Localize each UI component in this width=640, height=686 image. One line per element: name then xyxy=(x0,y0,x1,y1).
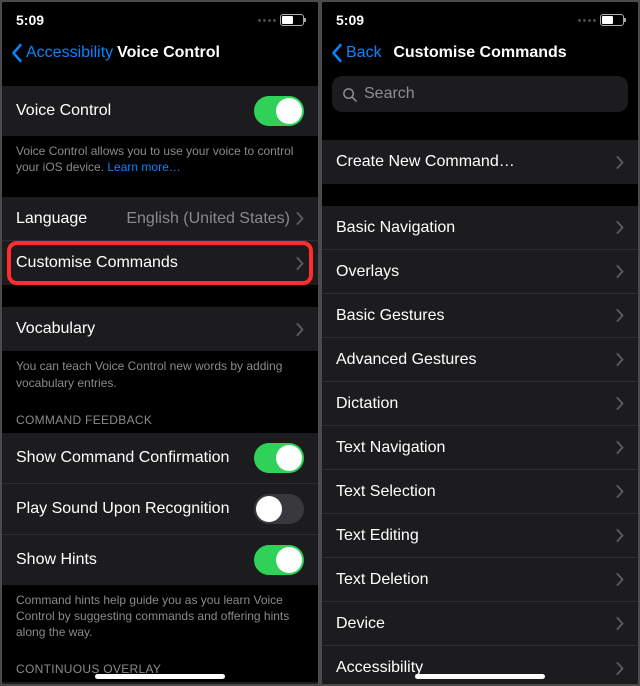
status-bar: 5:09 xyxy=(322,2,638,34)
home-indicator[interactable] xyxy=(95,674,225,679)
category-row[interactable]: Overlays xyxy=(322,250,638,294)
voice-control-toggle-row[interactable]: Voice Control xyxy=(2,86,318,136)
category-row[interactable]: Text Editing xyxy=(322,514,638,558)
category-row[interactable]: Device xyxy=(322,602,638,646)
search-icon xyxy=(342,87,357,102)
show-hints-row[interactable]: Show Hints xyxy=(2,535,318,585)
voice-control-label: Voice Control xyxy=(16,102,254,120)
customise-commands-label: Customise Commands xyxy=(16,254,296,272)
category-row[interactable]: Advanced Gestures xyxy=(322,338,638,382)
chevron-right-icon xyxy=(616,221,624,234)
commands-content: Create New Command… Basic Navigation Over… xyxy=(322,122,638,684)
chevron-right-icon xyxy=(296,257,304,270)
show-confirmation-row[interactable]: Show Command Confirmation xyxy=(2,433,318,484)
command-feedback-header: COMMAND FEEDBACK xyxy=(2,413,318,433)
customise-commands-row[interactable]: Customise Commands xyxy=(2,241,318,285)
chevron-right-icon xyxy=(616,662,624,675)
category-label: Overlays xyxy=(336,263,616,281)
chevron-right-icon xyxy=(296,323,304,336)
category-row[interactable]: Text Navigation xyxy=(322,426,638,470)
home-indicator[interactable] xyxy=(415,674,545,679)
create-new-command-row[interactable]: Create New Command… xyxy=(322,140,638,184)
chevron-left-icon xyxy=(330,43,343,63)
show-confirmation-toggle[interactable] xyxy=(254,443,304,473)
status-right xyxy=(578,14,624,26)
voice-control-note: Voice Control allows you to use your voi… xyxy=(2,136,318,175)
chevron-right-icon xyxy=(616,441,624,454)
language-label: Language xyxy=(16,210,126,228)
chevron-right-icon xyxy=(296,212,304,225)
search-placeholder: Search xyxy=(364,85,415,103)
chevron-right-icon xyxy=(616,485,624,498)
chevron-right-icon xyxy=(616,156,624,169)
search-input[interactable]: Search xyxy=(332,76,628,112)
show-hints-toggle[interactable] xyxy=(254,545,304,575)
back-label: Back xyxy=(346,44,382,62)
category-row[interactable]: Text Deletion xyxy=(322,558,638,602)
back-button[interactable]: Back xyxy=(330,43,382,63)
category-label: Text Deletion xyxy=(336,571,616,589)
category-row[interactable]: Text Selection xyxy=(322,470,638,514)
page-title: Customise Commands xyxy=(393,44,566,62)
category-row[interactable]: Dictation xyxy=(322,382,638,426)
continuous-overlay-header: CONTINUOUS OVERLAY xyxy=(2,662,318,682)
chevron-right-icon xyxy=(616,617,624,630)
vocabulary-row[interactable]: Vocabulary xyxy=(2,307,318,351)
nav-bar: Accessibility Voice Control xyxy=(2,34,318,72)
chevron-right-icon xyxy=(616,573,624,586)
battery-icon xyxy=(280,14,304,26)
category-row[interactable]: Basic Navigation xyxy=(322,206,638,250)
category-label: Basic Navigation xyxy=(336,219,616,237)
vocabulary-label: Vocabulary xyxy=(16,320,296,338)
language-value: English (United States) xyxy=(126,210,290,228)
status-bar: 5:09 xyxy=(2,2,318,34)
status-right xyxy=(258,14,304,26)
chevron-left-icon xyxy=(10,43,23,63)
phone-right: 5:09 Back Customise Commands Search Crea… xyxy=(322,2,638,684)
category-row[interactable]: Basic Gestures xyxy=(322,294,638,338)
chevron-right-icon xyxy=(616,353,624,366)
chevron-right-icon xyxy=(616,397,624,410)
language-row[interactable]: Language English (United States) xyxy=(2,197,318,241)
settings-content: Voice Control Voice Control allows you t… xyxy=(2,72,318,684)
signal-dots xyxy=(258,19,276,22)
category-label: Text Navigation xyxy=(336,439,616,457)
category-label: Dictation xyxy=(336,395,616,413)
battery-icon xyxy=(600,14,624,26)
learn-more-link[interactable]: Learn more… xyxy=(107,160,180,174)
phone-left: 5:09 Accessibility Voice Control Voice C… xyxy=(2,2,318,684)
category-label: Text Editing xyxy=(336,527,616,545)
back-label: Accessibility xyxy=(26,44,113,62)
chevron-right-icon xyxy=(616,265,624,278)
nav-bar: Back Customise Commands xyxy=(322,34,638,72)
page-title: Voice Control xyxy=(117,44,220,62)
category-label: Advanced Gestures xyxy=(336,351,616,369)
status-time: 5:09 xyxy=(16,12,44,28)
chevron-right-icon xyxy=(616,309,624,322)
status-time: 5:09 xyxy=(336,12,364,28)
hints-note: Command hints help guide you as you lear… xyxy=(2,585,318,641)
play-sound-toggle[interactable] xyxy=(254,494,304,524)
signal-dots xyxy=(578,19,596,22)
chevron-right-icon xyxy=(616,529,624,542)
category-label: Basic Gestures xyxy=(336,307,616,325)
overlay-row[interactable]: Overlay None xyxy=(2,682,318,684)
play-sound-row[interactable]: Play Sound Upon Recognition xyxy=(2,484,318,535)
category-label: Device xyxy=(336,615,616,633)
category-label: Text Selection xyxy=(336,483,616,501)
vocabulary-note: You can teach Voice Control new words by… xyxy=(2,351,318,390)
voice-control-toggle[interactable] xyxy=(254,96,304,126)
back-button[interactable]: Accessibility xyxy=(10,43,113,63)
